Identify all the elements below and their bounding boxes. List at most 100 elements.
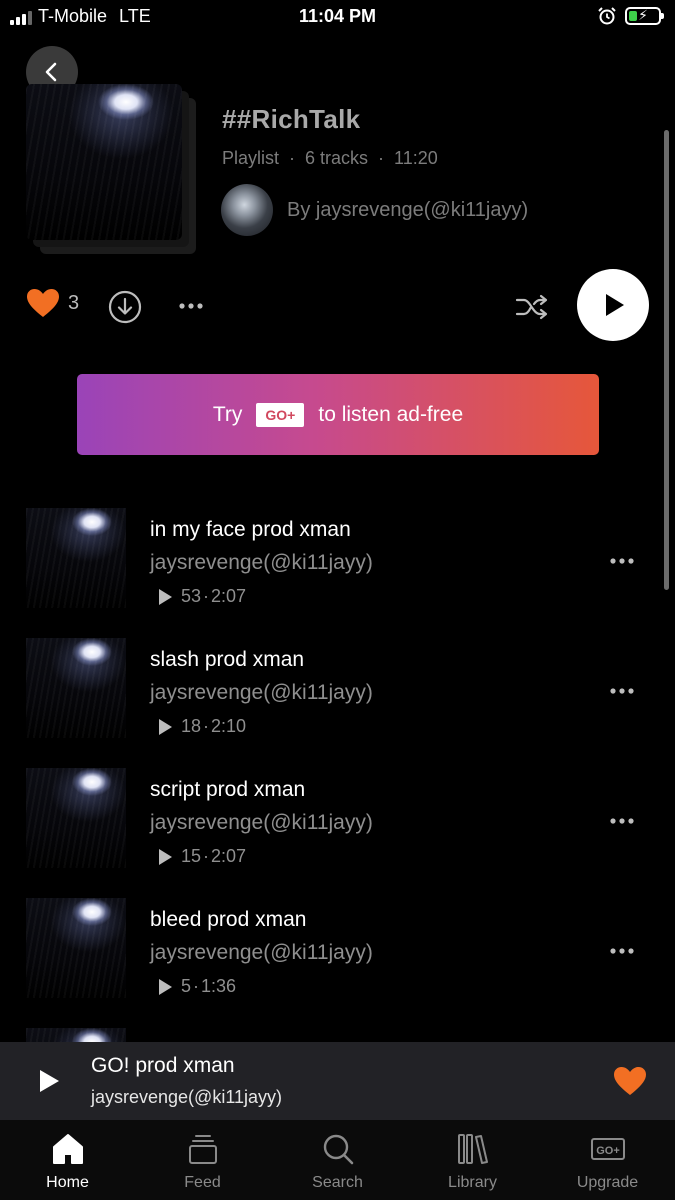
tab-upgrade[interactable]: GO+ Upgrade: [540, 1120, 675, 1200]
playlist-type: Playlist: [222, 148, 280, 168]
track-title: bleed prod xman: [150, 908, 307, 931]
alarm-icon: [598, 7, 616, 25]
play-count-icon: [159, 588, 172, 605]
track-row[interactable]: bleed prod xman jaysrevenge(@ki11jayy) 5…: [0, 898, 675, 1008]
track-artwork: [26, 638, 126, 738]
track-stats: 53 · 2:07: [157, 586, 246, 607]
scrollbar[interactable]: [664, 130, 669, 590]
tab-search[interactable]: Search: [270, 1120, 405, 1200]
charging-icon: ⚡: [638, 7, 648, 23]
avatar[interactable]: [221, 184, 273, 236]
track-artist: jaysrevenge(@ki11jayy): [150, 551, 373, 574]
play-count: 5: [181, 976, 192, 996]
more-icon: [179, 303, 203, 309]
more-icon: [610, 818, 634, 824]
like-count: 3: [68, 291, 80, 314]
track-duration: 1:36: [201, 976, 237, 996]
tab-label: Search: [312, 1174, 363, 1191]
track-title: in my face prod xman: [150, 518, 351, 541]
download-icon: [108, 290, 142, 324]
owner-prefix: By: [287, 198, 311, 221]
tab-label: Feed: [184, 1174, 221, 1191]
track-artist: jaysrevenge(@ki11jayy): [150, 681, 373, 704]
track-duration: 2:07: [211, 846, 247, 866]
shuffle-icon: [515, 294, 548, 320]
play-count-icon: [159, 718, 172, 735]
library-icon: [457, 1134, 488, 1164]
track-more-button[interactable]: [609, 552, 635, 570]
tab-label: Library: [448, 1174, 497, 1191]
playlist-duration: 11:20: [394, 148, 438, 168]
track-count: 6 tracks: [305, 148, 369, 168]
track-row[interactable]: in my face prod xman jaysrevenge(@ki11ja…: [0, 508, 675, 618]
like-button[interactable]: 3: [26, 288, 79, 318]
status-bar: T-Mobile LTE 11:04 PM ⚡: [0, 0, 675, 36]
tab-label: Home: [46, 1174, 89, 1191]
feed-icon: [188, 1135, 217, 1164]
tab-label: Upgrade: [576, 1174, 639, 1191]
svg-text:GO+: GO+: [596, 1145, 620, 1157]
play-icon: [40, 1070, 59, 1092]
now-playing-title: GO! prod xman: [91, 1054, 235, 1077]
home-icon: [52, 1134, 83, 1164]
track-artist: jaysrevenge(@ki11jayy): [150, 811, 373, 834]
play-count: 15: [181, 846, 202, 866]
track-stats: 15 · 2:07: [157, 846, 246, 867]
more-options-button[interactable]: [176, 296, 206, 316]
mini-player[interactable]: GO! prod xman jaysrevenge(@ki11jayy): [0, 1042, 675, 1120]
play-count: 18: [181, 716, 202, 736]
artwork-image: [26, 84, 182, 240]
tab-home[interactable]: Home: [0, 1120, 135, 1200]
track-row[interactable]: script prod xman jaysrevenge(@ki11jayy) …: [0, 768, 675, 878]
playlist-meta: Playlist · 6 tracks · 11:20: [222, 148, 438, 168]
chevron-left-icon: [45, 62, 57, 82]
more-icon: [610, 688, 634, 694]
playlist-artwork: [26, 84, 198, 256]
playlist-title: ##RichTalk: [222, 104, 361, 134]
playlist-owner[interactable]: By jaysrevenge(@ki11jayy): [221, 184, 528, 236]
heart-icon: [614, 1067, 646, 1095]
track-row[interactable]: slash prod xman jaysrevenge(@ki11jayy) 1…: [0, 638, 675, 748]
download-button[interactable]: [107, 289, 143, 325]
track-more-button[interactable]: [609, 942, 635, 960]
more-icon: [610, 948, 634, 954]
track-artwork: [26, 1028, 126, 1042]
search-icon: [323, 1134, 353, 1165]
track-stats: 18 · 2:10: [157, 716, 246, 737]
track-row[interactable]: [0, 1028, 675, 1042]
track-artwork: [26, 898, 126, 998]
tab-library[interactable]: Library: [405, 1120, 540, 1200]
play-count: 53: [181, 586, 202, 606]
heart-icon: [27, 289, 59, 317]
track-duration: 2:10: [211, 716, 247, 736]
play-count-icon: [159, 978, 172, 995]
play-count-icon: [159, 848, 172, 865]
mini-play-button[interactable]: [34, 1066, 64, 1096]
status-right: ⚡: [597, 6, 664, 26]
track-more-button[interactable]: [609, 812, 635, 830]
more-icon: [610, 558, 634, 564]
track-artist: jaysrevenge(@ki11jayy): [150, 941, 373, 964]
promo-try: Try: [212, 402, 243, 426]
promo-text: to listen ad-free: [318, 402, 464, 426]
play-icon: [606, 294, 624, 316]
play-all-button[interactable]: [577, 269, 649, 341]
track-title: slash prod xman: [150, 648, 305, 671]
go-plus-badge: GO+: [256, 402, 305, 427]
tab-bar: Home Feed Search Library GO+ Upgrade: [0, 1120, 675, 1200]
mini-like-button[interactable]: [611, 1064, 649, 1098]
now-playing-artist: jaysrevenge(@ki11jayy): [91, 1087, 283, 1107]
track-stats: 5 · 1:36: [157, 976, 236, 997]
owner-name[interactable]: jaysrevenge(@ki11jayy): [316, 199, 528, 221]
track-artwork: [26, 508, 126, 608]
tab-feed[interactable]: Feed: [135, 1120, 270, 1200]
track-title: script prod xman: [150, 778, 306, 801]
go-plus-promo-banner[interactable]: Try GO+ to listen ad-free: [77, 374, 599, 455]
go-plus-icon: GO+: [590, 1138, 625, 1160]
track-more-button[interactable]: [609, 682, 635, 700]
shuffle-button[interactable]: [514, 290, 550, 324]
clock: 11:04 PM: [298, 6, 377, 26]
track-duration: 2:07: [211, 586, 247, 606]
track-artwork: [26, 768, 126, 868]
battery-icon: ⚡: [625, 7, 664, 25]
